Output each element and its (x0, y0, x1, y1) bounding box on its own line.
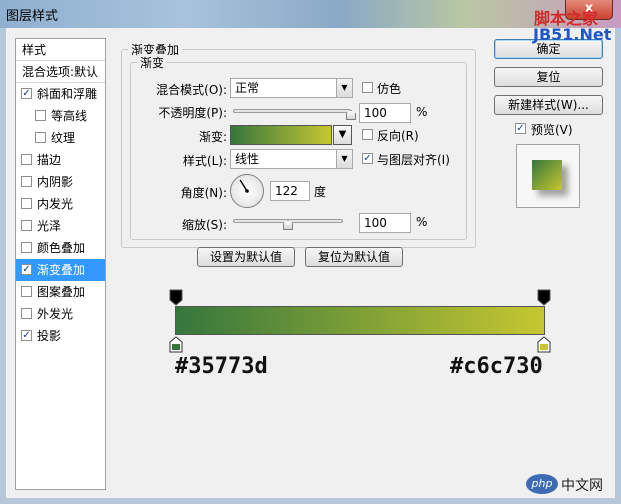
opacity-stop-right[interactable] (537, 289, 551, 307)
opacity-slider-track[interactable] (233, 109, 351, 113)
gradient-bar[interactable] (175, 306, 545, 335)
style-item-checkbox[interactable] (35, 110, 46, 121)
opacity-percent-sign: % (416, 105, 428, 119)
color-stop-left[interactable] (169, 336, 183, 354)
preview-box (516, 144, 580, 208)
blend-mode-select[interactable]: 正常 ▼ (230, 78, 353, 98)
style-item-checkbox[interactable]: ✓ (21, 330, 32, 341)
style-item-label: 图案叠加 (37, 285, 86, 299)
dither-checkbox[interactable] (362, 82, 373, 93)
style-item-checkbox[interactable] (21, 308, 32, 319)
gradient-style-select[interactable]: 线性 ▼ (230, 149, 353, 169)
style-label: 样式(L): (182, 154, 227, 168)
preview-label: 预览(V) (531, 123, 573, 137)
new-style-button[interactable]: 新建样式(W)... (494, 95, 603, 115)
gradient-swatch[interactable] (230, 125, 332, 145)
gradient-style-value: 线性 (235, 152, 260, 166)
chevron-down-icon: ▼ (336, 150, 352, 168)
align-with-layer-checkbox[interactable]: ✓ (362, 153, 373, 164)
style-item-checkbox[interactable] (21, 286, 32, 297)
chevron-down-icon: ▼ (336, 79, 352, 97)
angle-dial-needle (239, 179, 249, 193)
reverse-checkbox[interactable] (362, 129, 373, 140)
style-item-9[interactable]: 图案叠加 (16, 281, 105, 303)
style-item-label: 投影 (37, 329, 62, 343)
style-item-label: 等高线 (51, 109, 88, 123)
style-item-checkbox[interactable] (21, 198, 32, 209)
style-item-0[interactable]: ✓ 斜面和浮雕 (16, 83, 105, 105)
scale-percent-sign: % (416, 215, 428, 229)
end-color-label: #c6c730 (450, 354, 543, 379)
style-item-8[interactable]: ✓ 渐变叠加 (16, 259, 105, 281)
opacity-stop-left[interactable] (169, 289, 183, 307)
start-color-label: #35773d (175, 354, 268, 379)
align-with-layer-label: 与图层对齐(I) (377, 153, 450, 167)
angle-unit: 度 (314, 185, 327, 199)
style-item-label: 光泽 (37, 219, 62, 233)
style-item-checkbox[interactable] (35, 132, 46, 143)
gradient-label: 渐变: (198, 130, 227, 144)
style-item-1[interactable]: 等高线 (16, 105, 105, 127)
color-stop-right[interactable] (537, 336, 551, 354)
style-item-2[interactable]: 纹理 (16, 127, 105, 149)
angle-label: 角度(N): (180, 186, 227, 200)
style-item-label: 内阴影 (37, 175, 74, 189)
title-bar (0, 0, 621, 28)
make-default-button[interactable]: 设置为默认值 (197, 247, 295, 267)
scale-input[interactable]: 100 (359, 213, 411, 233)
style-item-checkbox[interactable]: ✓ (21, 264, 32, 275)
style-item-label: 描边 (37, 153, 62, 167)
style-item-label: 内发光 (37, 197, 74, 211)
style-list-header[interactable]: 样式 (16, 39, 105, 61)
style-item-label: 渐变叠加 (37, 263, 86, 277)
window-title: 图层样式 (6, 9, 59, 24)
logo-site-text: 中文网 (561, 478, 603, 494)
style-item-11[interactable]: ✓ 投影 (16, 325, 105, 347)
style-item-10[interactable]: 外发光 (16, 303, 105, 325)
gradient-picker-dropdown[interactable]: ▼ (333, 125, 352, 145)
reverse-label: 反向(R) (377, 129, 419, 143)
opacity-input[interactable]: 100 (359, 103, 411, 123)
style-item-3[interactable]: 描边 (16, 149, 105, 171)
style-list: 样式 混合选项:默认 ✓ 斜面和浮雕等高线纹理描边内阴影内发光光泽颜色叠加 ✓ 渐变叠… (15, 38, 106, 490)
opacity-label: 不透明度(P): (158, 106, 227, 120)
style-item-checkbox[interactable] (21, 176, 32, 187)
blending-options-item[interactable]: 混合选项:默认 (16, 61, 105, 83)
style-item-checkbox[interactable] (21, 154, 32, 165)
style-item-label: 外发光 (37, 307, 74, 321)
watermark-url: JB51.Net (533, 25, 612, 44)
style-item-5[interactable]: 内发光 (16, 193, 105, 215)
style-item-label: 颜色叠加 (37, 241, 86, 255)
preview-swatch (532, 160, 562, 190)
scale-label: 缩放(S): (181, 218, 227, 232)
reset-default-button[interactable]: 复位为默认值 (305, 247, 403, 267)
gradient-subgroup-title: 渐变 (137, 54, 168, 71)
triangle-down-icon: ▼ (338, 129, 347, 140)
reset-button[interactable]: 复位 (494, 67, 603, 87)
dither-label: 仿色 (377, 82, 402, 96)
style-item-checkbox[interactable] (21, 242, 32, 253)
preview-checkbox[interactable]: ✓ (515, 123, 526, 134)
angle-dial[interactable] (230, 174, 264, 208)
style-item-6[interactable]: 光泽 (16, 215, 105, 237)
style-item-checkbox[interactable] (21, 220, 32, 231)
window-frame-right (615, 28, 621, 504)
blend-mode-label: 混合模式(O): (156, 83, 227, 97)
blend-mode-value: 正常 (235, 81, 260, 95)
style-item-4[interactable]: 内阴影 (16, 171, 105, 193)
style-item-checkbox[interactable]: ✓ (21, 88, 32, 99)
window-frame-bottom (0, 498, 621, 504)
style-item-7[interactable]: 颜色叠加 (16, 237, 105, 259)
angle-input[interactable]: 122 (270, 181, 310, 201)
style-item-label: 纹理 (51, 131, 76, 145)
style-item-label: 斜面和浮雕 (37, 87, 98, 101)
php-logo: php (526, 474, 558, 494)
